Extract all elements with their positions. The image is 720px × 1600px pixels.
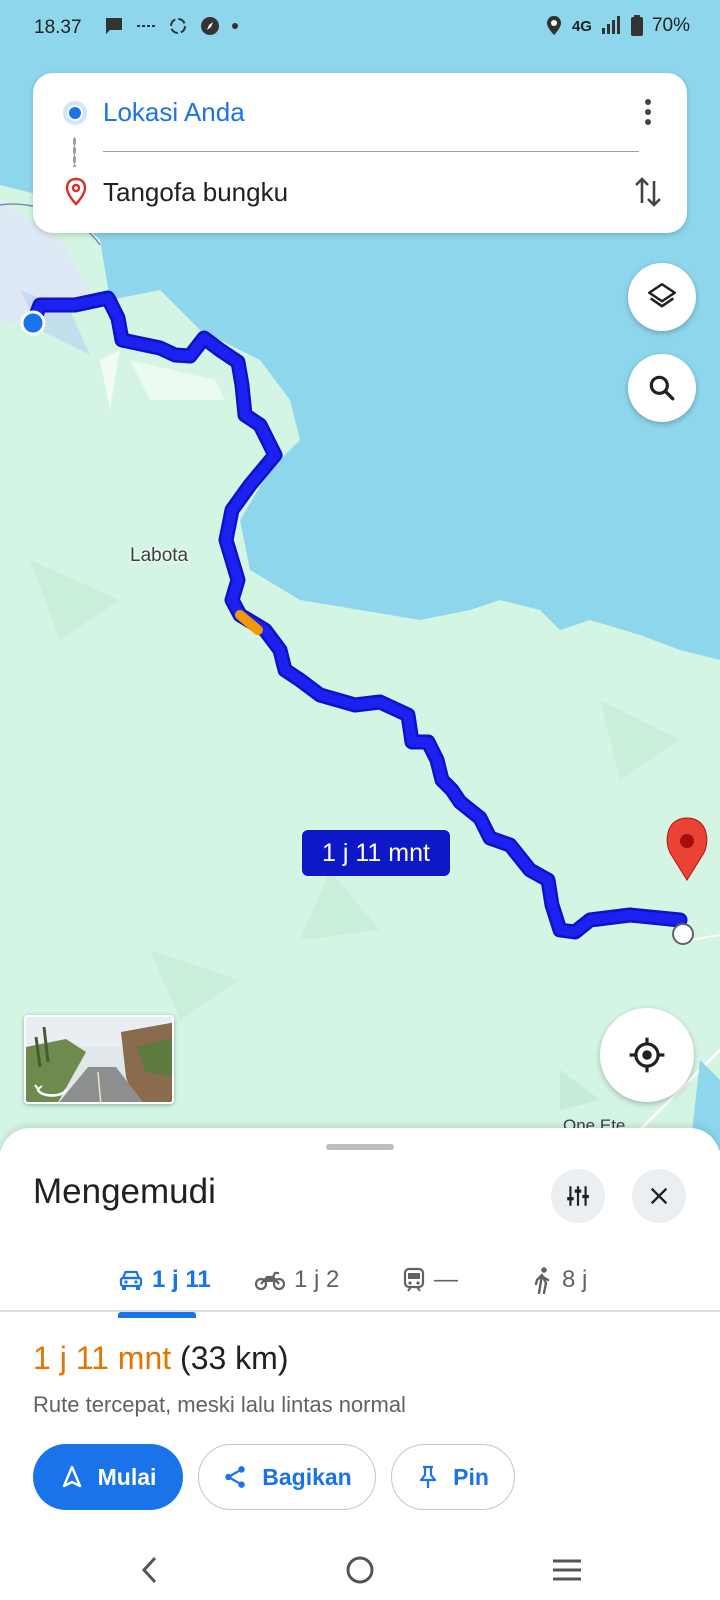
message-icon — [106, 18, 122, 34]
notification-icons — [102, 14, 240, 38]
route-connector-dots — [73, 137, 76, 167]
start-button-label: Mulai — [97, 1463, 157, 1490]
train-icon — [403, 1267, 425, 1292]
active-tab-indicator — [118, 1312, 196, 1318]
my-location-button[interactable] — [600, 1008, 694, 1102]
status-bar: 18.37 4G 70% — [0, 0, 720, 56]
travel-mode-tabs: 1 j 11 1 j 2 — 8 j — [0, 1248, 720, 1312]
motorcycle-icon — [254, 1271, 286, 1291]
street-view-image — [26, 1017, 172, 1102]
destination-input[interactable]: Tangofa bungku — [103, 177, 288, 208]
system-nav-bar — [0, 1540, 720, 1600]
layers-button[interactable] — [628, 263, 696, 331]
recents-button[interactable] — [545, 1548, 589, 1592]
home-icon — [346, 1556, 374, 1584]
place-label-labota: Labota — [130, 545, 189, 566]
car-icon — [119, 1270, 143, 1290]
network-type: 4G — [571, 17, 592, 35]
location-icon — [546, 16, 561, 35]
back-icon — [141, 1556, 157, 1584]
route-summary: 1 j 11 mnt (33 km) — [33, 1340, 288, 1377]
battery-level: 70% — [651, 15, 690, 36]
status-right: 4G 70% — [544, 14, 690, 38]
compass-icon — [201, 17, 219, 35]
tune-icon — [567, 1186, 589, 1206]
tab-driving[interactable]: 1 j 11 — [118, 1248, 211, 1312]
origin-dot-icon — [63, 101, 87, 125]
tab-transit-label: — — [434, 1266, 458, 1293]
route-duration: 1 j 11 mnt — [33, 1340, 172, 1376]
home-button[interactable] — [338, 1548, 382, 1592]
share-button-label: Bagikan — [262, 1463, 352, 1490]
layers-icon — [647, 282, 677, 308]
tab-motorcycle[interactable]: 1 j 2 — [254, 1248, 339, 1312]
walk-icon — [534, 1267, 550, 1294]
tab-motorcycle-label: 1 j 2 — [294, 1266, 340, 1293]
search-button[interactable] — [628, 354, 696, 422]
menu-icon — [553, 1559, 581, 1581]
share-button[interactable]: Bagikan — [198, 1444, 376, 1510]
search-icon — [649, 375, 675, 401]
pin-icon — [420, 1465, 437, 1488]
sync-icon — [170, 18, 186, 34]
start-button[interactable]: Mulai — [33, 1444, 183, 1510]
route-end-marker — [672, 923, 694, 945]
tab-transit[interactable]: — — [402, 1248, 458, 1312]
tab-driving-label: 1 j 11 — [152, 1266, 211, 1293]
pin-button[interactable]: Pin — [391, 1444, 515, 1510]
tab-walking-label: 8 j — [562, 1266, 588, 1293]
share-icon — [225, 1466, 245, 1488]
route-duration-label[interactable]: 1 j 11 mnt — [302, 830, 450, 876]
data-usage-icon — [137, 25, 155, 27]
route-distance: (33 km) — [180, 1340, 289, 1376]
navigation-arrow-icon — [62, 1465, 81, 1488]
origin-marker — [20, 310, 46, 336]
route-options-button[interactable] — [551, 1169, 605, 1223]
street-view-thumbnail[interactable] — [24, 1015, 174, 1104]
battery-icon — [630, 15, 643, 36]
status-time: 18.37 — [34, 17, 82, 38]
swap-icon[interactable] — [631, 173, 665, 211]
close-button[interactable] — [632, 1169, 686, 1223]
more-options-icon[interactable] — [631, 95, 665, 129]
card-divider — [103, 151, 639, 152]
destination-pin-icon — [65, 177, 87, 206]
directions-card: Lokasi Anda Tangofa bungku — [33, 73, 687, 233]
back-button[interactable] — [128, 1548, 172, 1592]
crosshair-icon — [629, 1037, 665, 1073]
pin-button-label: Pin — [453, 1463, 489, 1490]
close-icon — [650, 1187, 668, 1205]
signal-icon — [601, 16, 620, 34]
route-description: Rute tercepat, meski lalu lintas normal — [33, 1392, 406, 1417]
travel-mode-title: Mengemudi — [33, 1172, 216, 1211]
more-notifications-dot — [232, 23, 238, 29]
sheet-drag-handle[interactable] — [326, 1144, 394, 1150]
tab-walking[interactable]: 8 j — [532, 1248, 587, 1312]
origin-input[interactable]: Lokasi Anda — [103, 97, 245, 128]
